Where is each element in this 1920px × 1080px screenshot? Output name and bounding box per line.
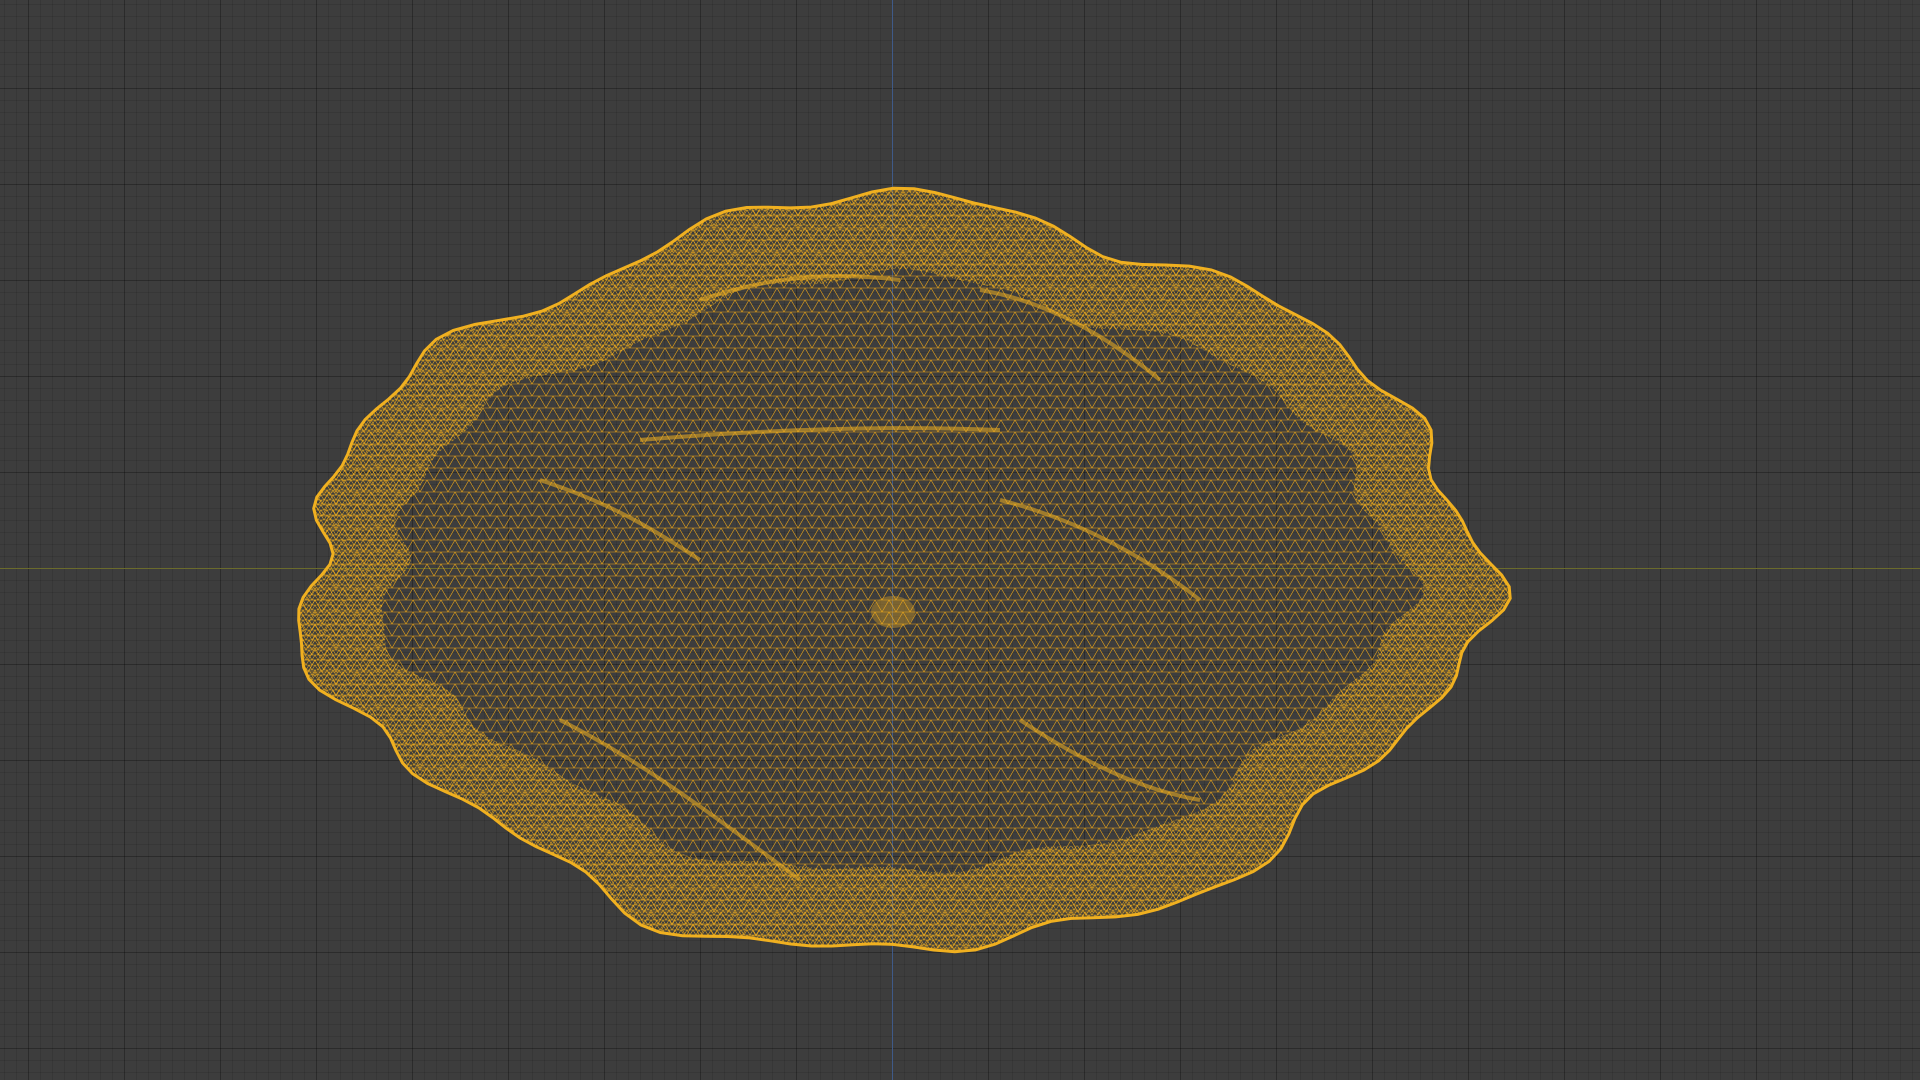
mesh-pole bbox=[871, 596, 915, 628]
wireframe-mesh[interactable] bbox=[0, 0, 1920, 1080]
3d-viewport[interactable] bbox=[0, 0, 1920, 1080]
rock-mesh-body[interactable] bbox=[0, 0, 1920, 1080]
